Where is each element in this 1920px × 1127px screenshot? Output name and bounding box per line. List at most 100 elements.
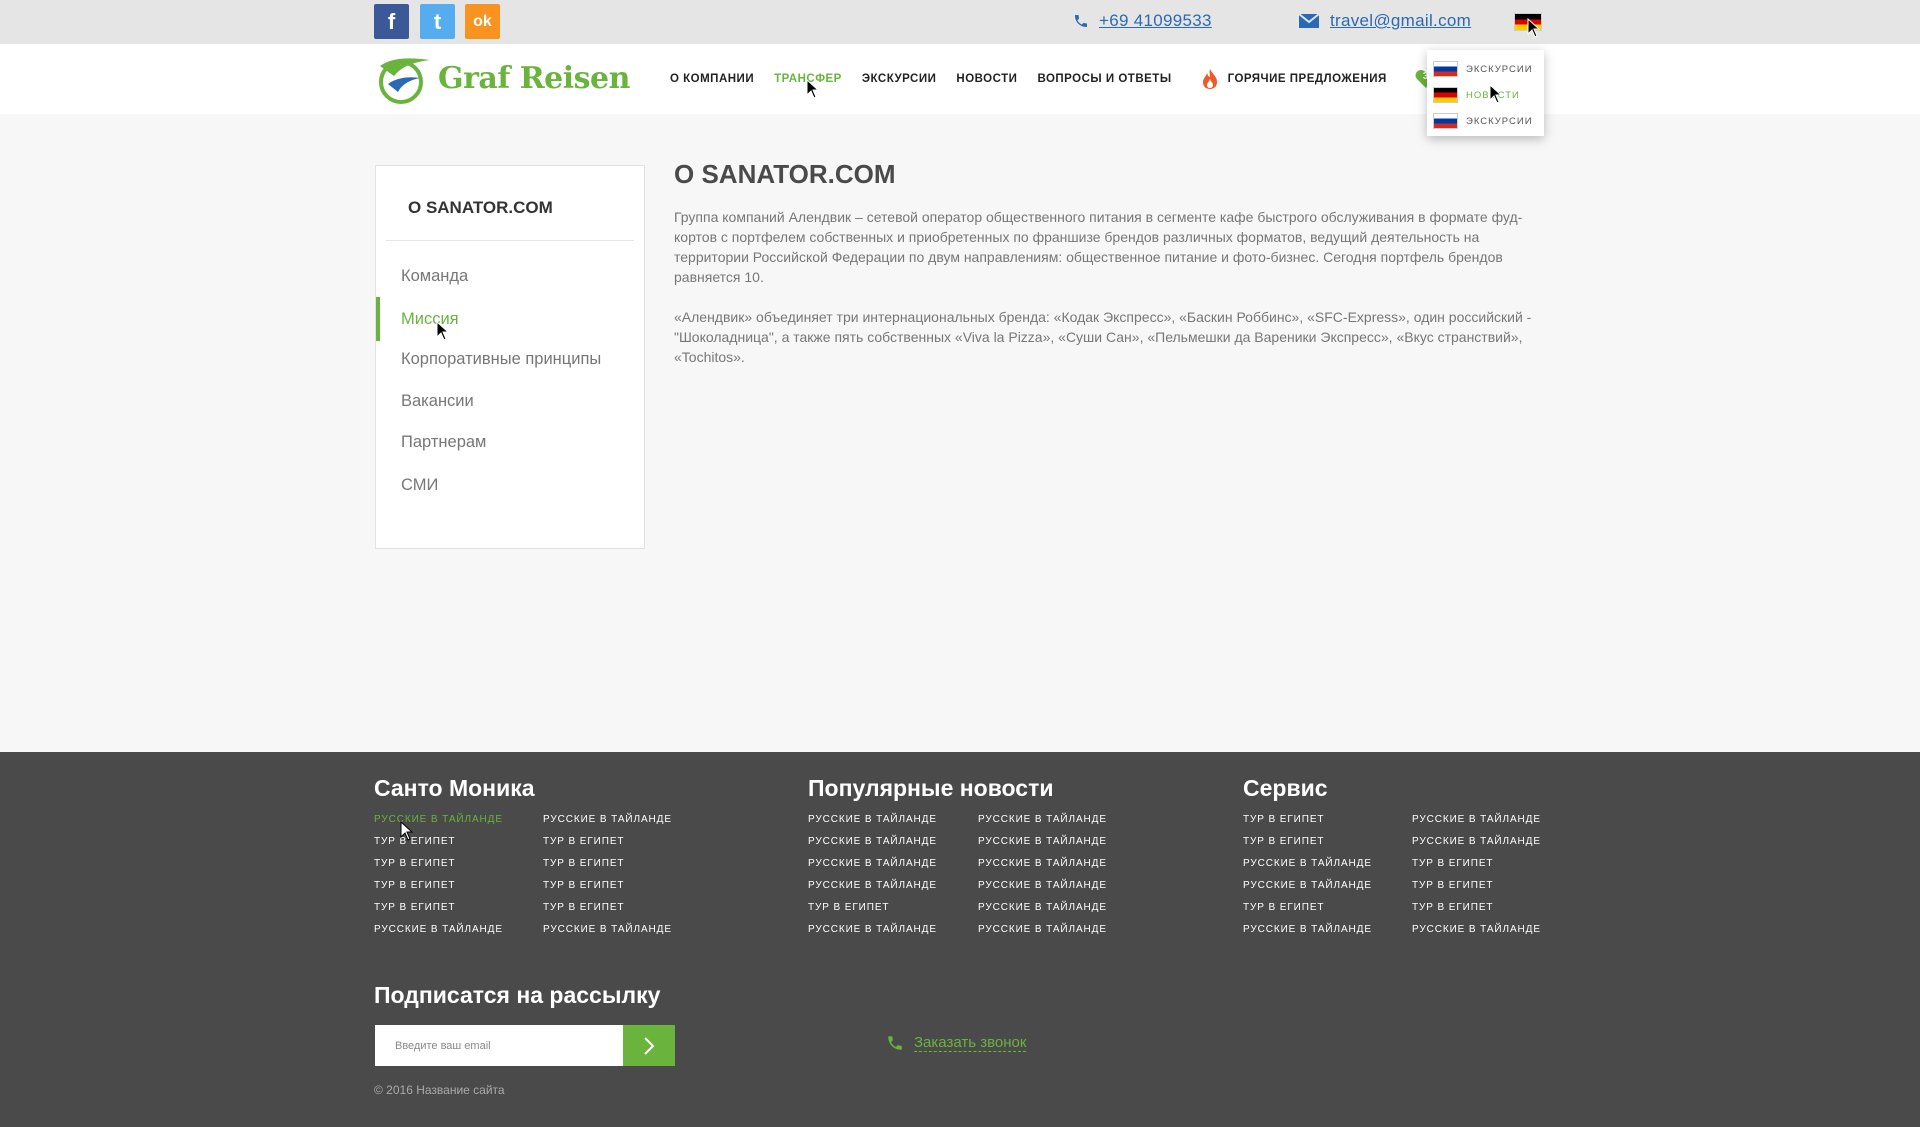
footer-link[interactable]: РУССКИЕ В ТАЙЛАНДЕ	[543, 814, 703, 836]
footer-link[interactable]: РУССКИЕ В ТАЙЛАНДЕ	[1243, 858, 1403, 880]
odnoklassniki-icon[interactable]: ok	[465, 4, 500, 39]
footer-link[interactable]: РУССКИЕ В ТАЙЛАНДЕ	[808, 880, 968, 902]
sidebar-item-mission[interactable]: Миссия	[376, 297, 644, 341]
footer-link[interactable]: ТУР В ЕГИПЕТ	[374, 902, 534, 924]
footer-links-list: РУССКИЕ В ТАЙЛАНДЕ РУССКИЕ В ТАЙЛАНДЕ ТУ…	[1412, 814, 1572, 946]
footer-column-title: Популярные новости	[808, 775, 1054, 801]
phone-icon	[888, 1036, 902, 1050]
footer-link[interactable]: ТУР В ЕГИПЕТ	[1412, 880, 1572, 902]
footer-link[interactable]: РУССКИЕ В ТАЙЛАНДЕ	[543, 924, 703, 946]
footer-link[interactable]: РУССКИЕ В ТАЙЛАНДЕ	[1412, 814, 1572, 836]
footer-links-list: РУССКИЕ В ТАЙЛАНДЕ ТУР В ЕГИПЕТ ТУР В ЕГ…	[543, 814, 703, 946]
mail-icon	[1298, 13, 1320, 28]
sidebar-item-vacancies[interactable]: Вакансии	[376, 379, 644, 423]
subscribe-title: Подписатся на рассылку	[374, 982, 661, 1008]
phone-number[interactable]: +69 41099533	[1099, 11, 1212, 31]
footer-link[interactable]: РУССКИЕ В ТАЙЛАНДЕ	[978, 858, 1138, 880]
footer-link[interactable]: РУССКИЕ В ТАЙЛАНДЕ	[978, 836, 1138, 858]
footer-link[interactable]: РУССКИЕ В ТАЙЛАНДЕ	[808, 858, 968, 880]
subscribe-submit-button[interactable]	[623, 1025, 675, 1066]
nav-item-news[interactable]: НОВОСТИ	[956, 73, 1017, 85]
language-option-label: ЭКСКУРСИИ	[1466, 115, 1533, 127]
footer-links-list: РУССКИЕ В ТАЙЛАНДЕ РУССКИЕ В ТАЙЛАНДЕ РУ…	[808, 814, 968, 946]
footer-link[interactable]: РУССКИЕ В ТАЙЛАНДЕ	[808, 836, 968, 858]
content-paragraph: Группа компаний Алендвик – сетевой опера…	[674, 209, 1523, 285]
twitter-icon[interactable]: t	[420, 4, 455, 39]
request-callback-link[interactable]: Заказать звонок	[886, 1034, 1027, 1052]
subscribe-email-input[interactable]	[375, 1025, 623, 1066]
facebook-icon[interactable]: f	[374, 4, 409, 39]
footer-link[interactable]: РУССКИЕ В ТАЙЛАНДЕ	[978, 902, 1138, 924]
page-title: О SANATOR.COM	[674, 159, 896, 189]
footer-link[interactable]: РУССКИЕ В ТАЙЛАНДЕ	[1243, 924, 1403, 946]
footer-link[interactable]: ТУР В ЕГИПЕТ	[1243, 836, 1403, 858]
footer-column-title: Санто Моника	[374, 775, 535, 801]
footer-link[interactable]: ТУР В ЕГИПЕТ	[1243, 814, 1403, 836]
nav-item-transfer[interactable]: ТРАНСФЕР	[774, 73, 842, 85]
phone-icon	[1075, 15, 1087, 27]
main-nav: О КОМПАНИИ ТРАНСФЕР ЭКСКУРСИИ НОВОСТИ ВО…	[670, 44, 1484, 114]
language-option[interactable]: ЭКСКУРСИИ	[1427, 56, 1544, 82]
language-option[interactable]: ЭКСКУРСИИ	[1427, 108, 1544, 134]
flag-ru-icon	[1433, 61, 1458, 77]
site-logo[interactable]: Graf Reisen	[374, 52, 630, 104]
footer-link[interactable]: ТУР В ЕГИПЕТ	[1412, 858, 1572, 880]
footer-link[interactable]: РУССКИЕ В ТАЙЛАНДЕ	[808, 924, 968, 946]
nav-item-excursions[interactable]: ЭКСКУРСИИ	[862, 73, 937, 85]
nav-item-hot-offers[interactable]: ГОРЯЧИЕ ПРЕДЛОЖЕНИЯ	[1200, 68, 1387, 90]
footer-link[interactable]: ТУР В ЕГИПЕТ	[374, 836, 534, 858]
nav-hot-offers-label: ГОРЯЧИЕ ПРЕДЛОЖЕНИЯ	[1227, 73, 1387, 85]
footer-link[interactable]: РУССКИЕ В ТАЙЛАНДЕ	[978, 880, 1138, 902]
footer-link[interactable]: ТУР В ЕГИПЕТ	[1412, 902, 1572, 924]
footer-link[interactable]: ТУР В ЕГИПЕТ	[543, 880, 703, 902]
chevron-right-icon	[644, 1036, 655, 1055]
logo-text: Graf Reisen	[438, 60, 630, 96]
footer-link[interactable]: РУССКИЕ В ТАЙЛАНДЕ	[1243, 880, 1403, 902]
top-bar: f t ok +69 41099533 travel@gmail.com	[0, 0, 1920, 44]
footer-link[interactable]: РУССКИЕ В ТАЙЛАНДЕ	[978, 814, 1138, 836]
footer-column-title: Сервис	[1243, 775, 1328, 801]
footer-link[interactable]: ТУР В ЕГИПЕТ	[1243, 902, 1403, 924]
footer-link[interactable]: РУССКИЕ В ТАЙЛАНДЕ	[1412, 836, 1572, 858]
footer-link[interactable]: ТУР В ЕГИПЕТ	[543, 902, 703, 924]
language-option-active[interactable]: НОВОСТИ	[1427, 82, 1544, 108]
footer-link[interactable]: РУССКИЕ В ТАЙЛАНДЕ	[978, 924, 1138, 946]
nav-item-about[interactable]: О КОМПАНИИ	[670, 73, 754, 85]
fire-icon	[1202, 69, 1217, 89]
footer-link[interactable]: ТУР В ЕГИПЕТ	[808, 902, 968, 924]
request-callback-label: Заказать звонок	[914, 1034, 1027, 1052]
sidebar-divider	[386, 240, 634, 241]
footer: Санто Моника РУССКИЕ В ТАЙЛАНДЕ ТУР В ЕГ…	[0, 752, 1920, 1127]
footer-links-list: РУССКИЕ В ТАЙЛАНДЕ ТУР В ЕГИПЕТ ТУР В ЕГ…	[374, 814, 534, 946]
sidebar: О SANATOR.COM Команда Миссия Корпоративн…	[375, 165, 645, 549]
main-header: Graf Reisen О КОМПАНИИ ТРАНСФЕР ЭКСКУРСИ…	[0, 44, 1920, 114]
phone-contact[interactable]: +69 41099533	[1073, 11, 1212, 31]
footer-link[interactable]: ТУР В ЕГИПЕТ	[543, 858, 703, 880]
email-address[interactable]: travel@gmail.com	[1330, 11, 1471, 31]
flag-de-icon	[1433, 87, 1458, 103]
email-contact[interactable]: travel@gmail.com	[1298, 11, 1471, 31]
sidebar-item-partners[interactable]: Партнерам	[376, 420, 644, 464]
footer-link[interactable]: ТУР В ЕГИПЕТ	[543, 836, 703, 858]
content-paragraph: «Алендвик» объединяет три интернациональ…	[674, 309, 1532, 365]
sidebar-item-team[interactable]: Команда	[376, 254, 644, 298]
footer-links-list: ТУР В ЕГИПЕТ ТУР В ЕГИПЕТ РУССКИЕ В ТАЙЛ…	[1243, 814, 1403, 946]
flag-ru-icon	[1433, 113, 1458, 129]
footer-links-list: РУССКИЕ В ТАЙЛАНДЕ РУССКИЕ В ТАЙЛАНДЕ РУ…	[978, 814, 1138, 946]
language-option-label: ЭКСКУРСИИ	[1466, 63, 1533, 75]
sidebar-item-media[interactable]: СМИ	[376, 463, 644, 507]
footer-link[interactable]: РУССКИЕ В ТАЙЛАНДЕ	[808, 814, 968, 836]
footer-link[interactable]: ТУР В ЕГИПЕТ	[374, 880, 534, 902]
footer-link[interactable]: РУССКИЕ В ТАЙЛАНДЕ	[374, 814, 534, 836]
footer-link[interactable]: РУССКИЕ В ТАЙЛАНДЕ	[374, 924, 534, 946]
language-flag-de[interactable]	[1514, 13, 1542, 31]
copyright: © 2016 Название сайта	[374, 1083, 505, 1097]
footer-link[interactable]: РУССКИЕ В ТАЙЛАНДЕ	[1412, 924, 1572, 946]
logo-icon	[379, 58, 430, 104]
language-option-label: НОВОСТИ	[1466, 89, 1520, 101]
nav-item-faq[interactable]: ВОПРОСЫ И ОТВЕТЫ	[1037, 73, 1171, 85]
sidebar-item-principles[interactable]: Корпоративные принципы	[376, 337, 644, 381]
sidebar-title: О SANATOR.COM	[408, 198, 553, 217]
footer-link[interactable]: ТУР В ЕГИПЕТ	[374, 858, 534, 880]
language-dropdown: ЭКСКУРСИИ НОВОСТИ ЭКСКУРСИИ	[1427, 50, 1544, 136]
